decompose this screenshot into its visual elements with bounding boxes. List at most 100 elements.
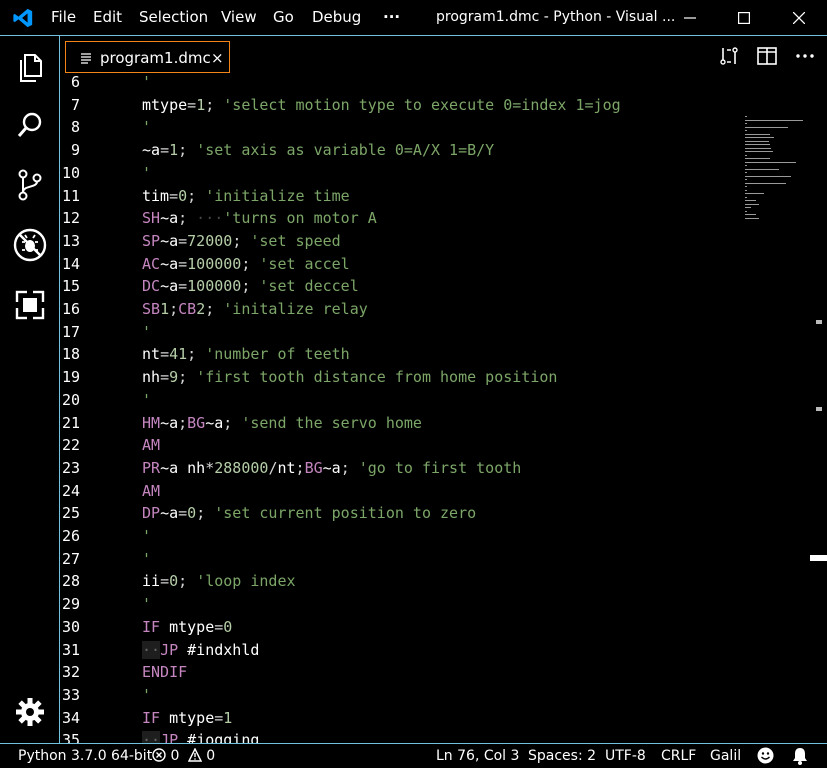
code-line[interactable]: 9 ~a=1; 'set axis as variable 0=A/X 1=B/Y (60, 139, 740, 162)
minimap-line (745, 186, 747, 187)
code-token: 9 (169, 368, 179, 387)
activity-extensions[interactable] (0, 281, 60, 329)
code-editor[interactable]: 6 ' 7 mtype=1; 'select motion type to execu… (60, 76, 827, 743)
menu-debug[interactable]: Debug (312, 0, 361, 35)
code-line[interactable]: 31 ··JP #indxhld (60, 639, 740, 662)
activity-source-control[interactable] (0, 161, 60, 209)
code-line[interactable]: 35 ··JP #jogging (60, 729, 740, 743)
code-line[interactable]: 13 SP~a=72000; 'set speed (60, 230, 740, 253)
line-number: 35 (61, 731, 80, 743)
feedback-button[interactable] (757, 747, 774, 768)
code-line[interactable]: 12 SH~a; ···'turns on motor A (60, 207, 740, 230)
maximize-button[interactable] (716, 0, 772, 35)
activity-explorer[interactable] (0, 44, 60, 92)
code-token: ' (142, 322, 152, 341)
minimap-line (745, 189, 747, 191)
code-line[interactable]: 33 ' (60, 684, 740, 707)
code-token: ' (142, 76, 152, 91)
menu-selection[interactable]: Selection (139, 0, 208, 35)
code-token: ; (196, 504, 206, 523)
code-line[interactable]: 28 ii=0; 'loop index (60, 570, 740, 593)
line-number: 14 (61, 254, 80, 273)
maximize-icon (738, 11, 750, 24)
activity-search[interactable] (0, 101, 60, 149)
more-actions-button[interactable] (793, 44, 817, 68)
minimap-line (745, 158, 771, 159)
open-changes-button[interactable] (717, 44, 741, 68)
code-line[interactable]: 7 mtype=1; 'select motion type to execute… (60, 94, 740, 117)
code-line[interactable]: 19 nh=9; 'first tooth distance from home … (60, 366, 740, 389)
notifications-button[interactable] (792, 747, 808, 768)
cursor-position[interactable]: Ln 76, Col 3 (436, 744, 519, 768)
code-token: ; (187, 186, 197, 205)
code-line[interactable]: 30 IF mtype=0 (60, 616, 740, 639)
settings-gear-icon (16, 698, 44, 726)
encoding[interactable]: UTF-8 (605, 744, 646, 768)
tab-close-icon[interactable]: × (211, 42, 224, 74)
code-line[interactable]: 27 ' (60, 548, 740, 571)
code-token: ; (340, 458, 350, 477)
code-line[interactable]: 22 AM (60, 434, 740, 457)
menu-go[interactable]: Go (273, 0, 294, 35)
code-token: ··· (187, 209, 224, 228)
code-line[interactable]: 25 DP~a=0; 'set current position to zero (60, 502, 740, 525)
line-number: 30 (61, 617, 80, 636)
code-line[interactable]: 11 tim=0; 'initialize time (60, 185, 740, 208)
activity-debug[interactable] (0, 221, 60, 269)
code-token: ' (142, 118, 152, 137)
problems-indicator[interactable]: 0 0 (152, 744, 215, 768)
menu-file[interactable]: File (51, 0, 76, 35)
indentation[interactable]: Spaces: 2 (528, 744, 596, 768)
menu-edit[interactable]: Edit (93, 0, 122, 35)
code-line[interactable]: 34 IF mtype=1 (60, 707, 740, 730)
end-of-line[interactable]: CRLF (661, 744, 696, 768)
line-code: ' (142, 548, 151, 571)
code-token: ; (205, 95, 215, 114)
code-token: 100000 (187, 277, 242, 296)
minimap-line (745, 172, 748, 173)
python-interpreter[interactable]: Python 3.7.0 64-bit (18, 744, 152, 768)
scrollbar-thumb[interactable] (810, 555, 827, 561)
code-line[interactable]: 26 ' (60, 525, 740, 548)
line-code: ii=0; 'loop index (142, 570, 296, 593)
menu-more[interactable]: ··· (383, 0, 400, 35)
minimap[interactable] (743, 76, 813, 743)
code-line[interactable]: 17 ' (60, 321, 740, 344)
code-line[interactable]: 21 HM~a;BG~a; 'send the servo home (60, 412, 740, 435)
code-token: 'turns on motor A (223, 209, 377, 228)
code-line[interactable]: 32 ENDIF (60, 661, 740, 684)
menu-view[interactable]: View (221, 0, 257, 35)
code-token: 41 (169, 345, 188, 364)
debug-icon (13, 228, 47, 262)
activity-manage[interactable] (0, 688, 60, 736)
split-editor-button[interactable] (755, 44, 779, 68)
language-mode[interactable]: Galil (710, 744, 741, 768)
code-token: ·· (142, 640, 161, 659)
code-line[interactable]: 16 SB1;CB2; 'initalize relay (60, 298, 740, 321)
code-line[interactable]: 23 PR~a nh*288000/nt;BG~a; 'go to first t… (60, 457, 740, 480)
line-number: 16 (61, 300, 80, 318)
code-line[interactable]: 15 DC~a=100000; 'set deccel (60, 275, 740, 298)
code-token: 'initalize relay (223, 300, 368, 318)
code-line[interactable]: 18 nt=41; 'number of teeth (60, 343, 740, 366)
close-icon (793, 11, 805, 24)
code-token: ' (142, 549, 152, 568)
code-line[interactable]: 6 ' (60, 76, 740, 94)
line-code: ' (142, 162, 151, 185)
tab-program1-dmc[interactable]: program1.dmc × (65, 41, 230, 73)
code-line[interactable]: 14 AC~a=100000; 'set accel (60, 253, 740, 276)
code-line[interactable]: 24 AM (60, 480, 740, 503)
code-token: ~a (142, 141, 161, 160)
code-line[interactable]: 20 ' (60, 389, 740, 412)
code-token: 'set deccel (259, 277, 359, 296)
close-window-button[interactable] (771, 0, 827, 35)
code-token: 'set current position to zero (214, 504, 477, 523)
open-changes-icon (720, 47, 738, 65)
file-icon (81, 53, 91, 64)
minimize-button[interactable] (662, 0, 718, 35)
code-line[interactable]: 29 ' (60, 593, 740, 616)
code-line[interactable]: 10 ' (60, 162, 740, 185)
code-line[interactable]: 8 ' (60, 116, 740, 139)
